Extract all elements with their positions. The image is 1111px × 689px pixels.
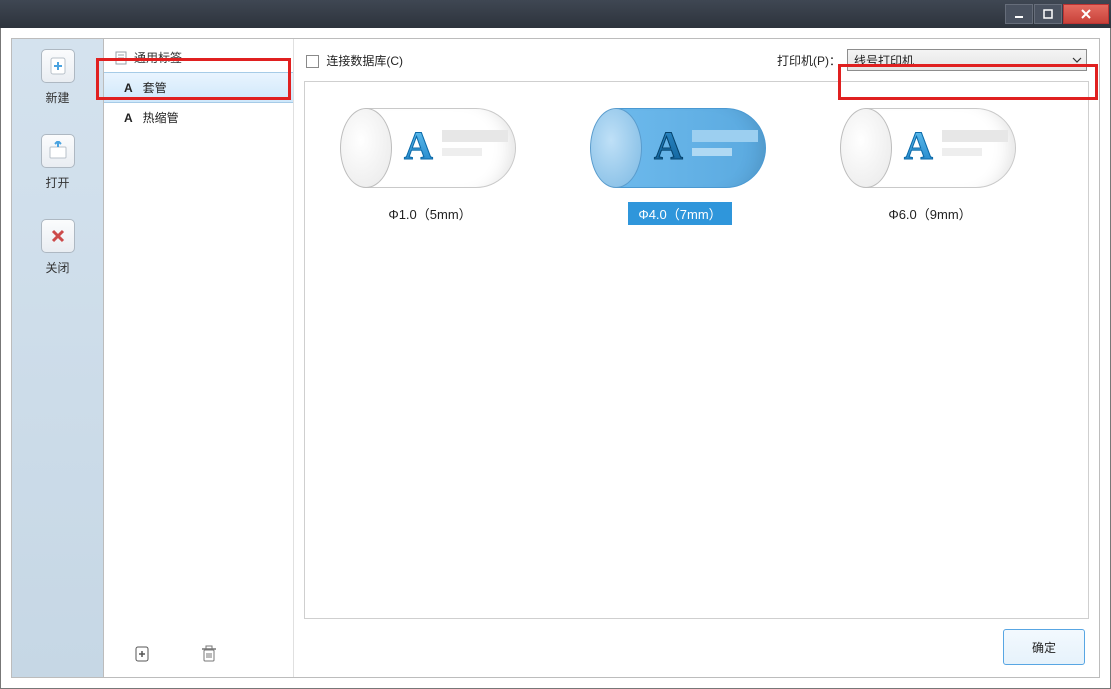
- close-tab-label: 关闭: [45, 259, 69, 276]
- new-button-label: 新建: [45, 89, 69, 106]
- add-page-icon: [134, 645, 152, 663]
- titlebar: [0, 0, 1111, 28]
- open-button-label: 打开: [45, 174, 69, 191]
- dialog-footer: 确定: [294, 619, 1099, 677]
- category-footer: [104, 631, 293, 677]
- client-area: 新建 打开 关闭: [0, 28, 1111, 689]
- category-tree: 通用标签 A 套管 A 热缩管: [104, 39, 293, 631]
- close-tab-button[interactable]: 关闭: [41, 219, 75, 276]
- x-icon: [50, 228, 66, 244]
- top-row: 连接数据库(C) 打印机(P)： 线号打印机: [294, 39, 1099, 77]
- category-item-label: 套管: [143, 79, 167, 96]
- document-icon: [114, 51, 128, 65]
- delete-category-button[interactable]: [198, 643, 220, 665]
- letter-a-icon: A: [124, 81, 133, 95]
- chevron-down-icon: [1072, 57, 1082, 63]
- template-item-2[interactable]: A Φ4.0（7mm）: [575, 100, 785, 600]
- connect-db-checkbox[interactable]: 连接数据库(C): [306, 52, 403, 69]
- printer-label: 打印机(P)：: [777, 52, 841, 69]
- category-column: 通用标签 A 套管 A 热缩管: [104, 39, 294, 677]
- template-caption: Φ1.0（5mm）: [378, 202, 481, 225]
- template-grid: A Φ1.0（5mm） A Φ4.0（7mm） A Φ: [304, 81, 1089, 619]
- ok-button[interactable]: 确定: [1003, 629, 1085, 665]
- sidebar: 新建 打开 关闭: [12, 39, 104, 677]
- category-header[interactable]: 通用标签: [104, 47, 293, 72]
- new-button[interactable]: 新建: [41, 49, 75, 106]
- add-category-button[interactable]: [132, 643, 154, 665]
- connect-db-label: 连接数据库(C): [326, 54, 403, 68]
- category-item-heatshrink[interactable]: A 热缩管: [104, 103, 293, 132]
- open-button[interactable]: 打开: [41, 134, 75, 191]
- letter-a-icon: A: [124, 111, 133, 125]
- open-folder-icon: [47, 141, 69, 161]
- maximize-button[interactable]: [1034, 4, 1062, 24]
- trash-icon: [201, 645, 217, 663]
- template-caption: Φ6.0（9mm）: [878, 202, 981, 225]
- tube-roll-icon: A: [830, 100, 1030, 196]
- tube-roll-icon: A: [580, 100, 780, 196]
- printer-combo[interactable]: 线号打印机: [847, 49, 1087, 71]
- printer-field: 打印机(P)： 线号打印机: [777, 49, 1087, 71]
- minimize-button[interactable]: [1005, 4, 1033, 24]
- new-label-dialog: 新建 打开 关闭: [11, 38, 1100, 678]
- checkbox-icon: [306, 55, 319, 68]
- category-header-label: 通用标签: [134, 49, 182, 66]
- close-button[interactable]: [1063, 4, 1109, 24]
- category-item-sleeve[interactable]: A 套管: [104, 72, 293, 103]
- main-area: 连接数据库(C) 打印机(P)： 线号打印机: [294, 39, 1099, 677]
- category-item-label: 热缩管: [143, 109, 179, 126]
- tube-roll-icon: A: [330, 100, 530, 196]
- template-caption: Φ4.0（7mm）: [628, 202, 731, 225]
- plus-page-icon: [48, 56, 68, 76]
- template-item-1[interactable]: A Φ1.0（5mm）: [325, 100, 535, 600]
- template-item-3[interactable]: A Φ6.0（9mm）: [825, 100, 1035, 600]
- printer-combo-value: 线号打印机: [854, 52, 914, 69]
- ok-button-label: 确定: [1032, 639, 1056, 656]
